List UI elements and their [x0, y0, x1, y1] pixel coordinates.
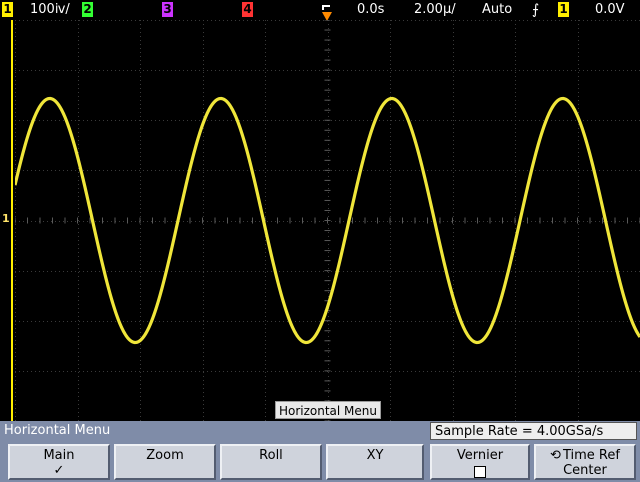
- zoom-softkey-label: Zoom: [146, 448, 184, 463]
- status-bar: 1 100ⅳ/ 2 3 4 0.0s 2.00µ/ Auto ⨍ 1 0.0V: [0, 0, 640, 21]
- zoom-softkey[interactable]: Zoom: [114, 444, 216, 480]
- channel-2-indicator[interactable]: 2: [82, 2, 93, 17]
- channel-1-scale: 100ⅳ/: [30, 2, 70, 17]
- time-ref-softkey-label: Time Ref: [562, 448, 620, 463]
- sample-rate-readout: Sample Rate = 4.00GSa/s: [430, 422, 637, 440]
- main-softkey[interactable]: Main ✓: [8, 444, 110, 480]
- channel-1-indicator[interactable]: 1: [2, 2, 13, 17]
- xy-softkey[interactable]: XY: [326, 444, 424, 480]
- channel-4-indicator[interactable]: 4: [242, 2, 253, 17]
- time-ref-softkey-value: Center: [563, 463, 607, 478]
- delay-value: 0.0s: [357, 2, 385, 17]
- rotate-icon: ⟲: [550, 448, 561, 463]
- vernier-softkey[interactable]: Vernier: [430, 444, 530, 480]
- trigger-mode: Auto: [482, 2, 513, 17]
- waveform-display[interactable]: [15, 20, 640, 421]
- vernier-checkbox[interactable]: [474, 466, 486, 478]
- trigger-level: 0.0V: [595, 2, 625, 17]
- menu-title: Horizontal Menu: [4, 423, 111, 438]
- checkmark-icon: ✓: [53, 463, 65, 478]
- roll-softkey[interactable]: Roll: [220, 444, 322, 480]
- trigger-source-indicator: 1: [558, 2, 569, 17]
- time-ref-softkey[interactable]: ⟲ Time Ref Center: [534, 444, 636, 480]
- horizontal-menu-label: Horizontal Menu: [275, 401, 381, 419]
- roll-softkey-label: Roll: [259, 448, 283, 463]
- rising-edge-icon: ⨍: [532, 2, 540, 18]
- xy-softkey-label: XY: [366, 448, 384, 463]
- graticule: [15, 20, 640, 421]
- channel-3-indicator[interactable]: 3: [162, 2, 173, 17]
- main-softkey-label: Main: [43, 448, 75, 463]
- trigger-position-flag-icon: [322, 5, 330, 10]
- softkey-menu: Horizontal Menu Sample Rate = 4.00GSa/s …: [0, 421, 640, 482]
- vernier-softkey-label: Vernier: [456, 448, 504, 463]
- timebase-value: 2.00µ/: [414, 2, 456, 17]
- ground-marker-icon[interactable]: 1: [2, 210, 14, 228]
